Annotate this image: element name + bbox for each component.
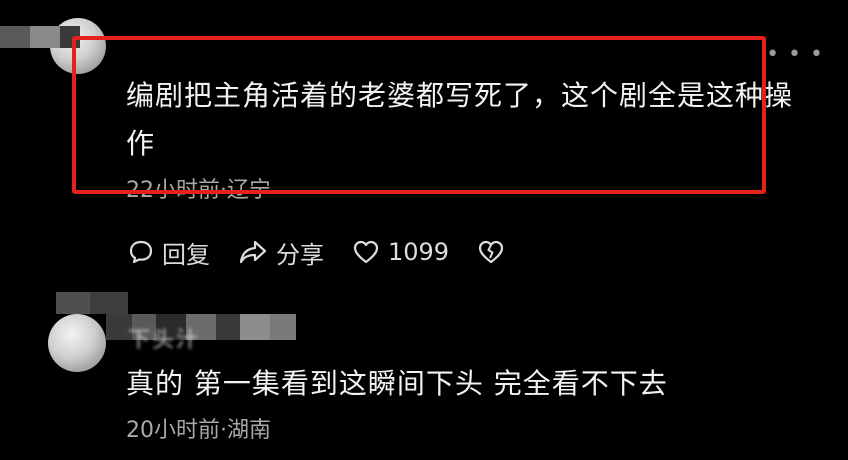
avatar[interactable] xyxy=(48,314,106,372)
username-blurred: 下头汁 xyxy=(128,328,201,353)
heart-icon xyxy=(353,240,379,264)
more-dots-icon[interactable]: • • • xyxy=(766,44,824,66)
dislike-button[interactable] xyxy=(477,239,513,265)
comment-time-location: 20小时前·湖南 xyxy=(126,418,271,443)
share-button[interactable]: 分享 xyxy=(238,235,324,270)
like-button[interactable]: 1099 xyxy=(352,238,449,266)
like-count: 1099 xyxy=(388,238,450,266)
broken-heart-icon xyxy=(478,240,504,264)
comment-actions: 回复 分享 1099 xyxy=(128,232,541,272)
comment-bubble-icon xyxy=(129,240,153,264)
reply-label: 回复 xyxy=(162,240,210,269)
red-highlight-box xyxy=(72,36,766,194)
comment-text: 真的 第一集看到这瞬间下头 完全看不下去 xyxy=(126,367,668,400)
share-label: 分享 xyxy=(276,240,324,269)
username-mosaic xyxy=(0,26,80,48)
reply-button[interactable]: 回复 xyxy=(128,235,210,270)
mosaic-band xyxy=(56,292,128,314)
share-arrow-icon xyxy=(239,240,267,264)
